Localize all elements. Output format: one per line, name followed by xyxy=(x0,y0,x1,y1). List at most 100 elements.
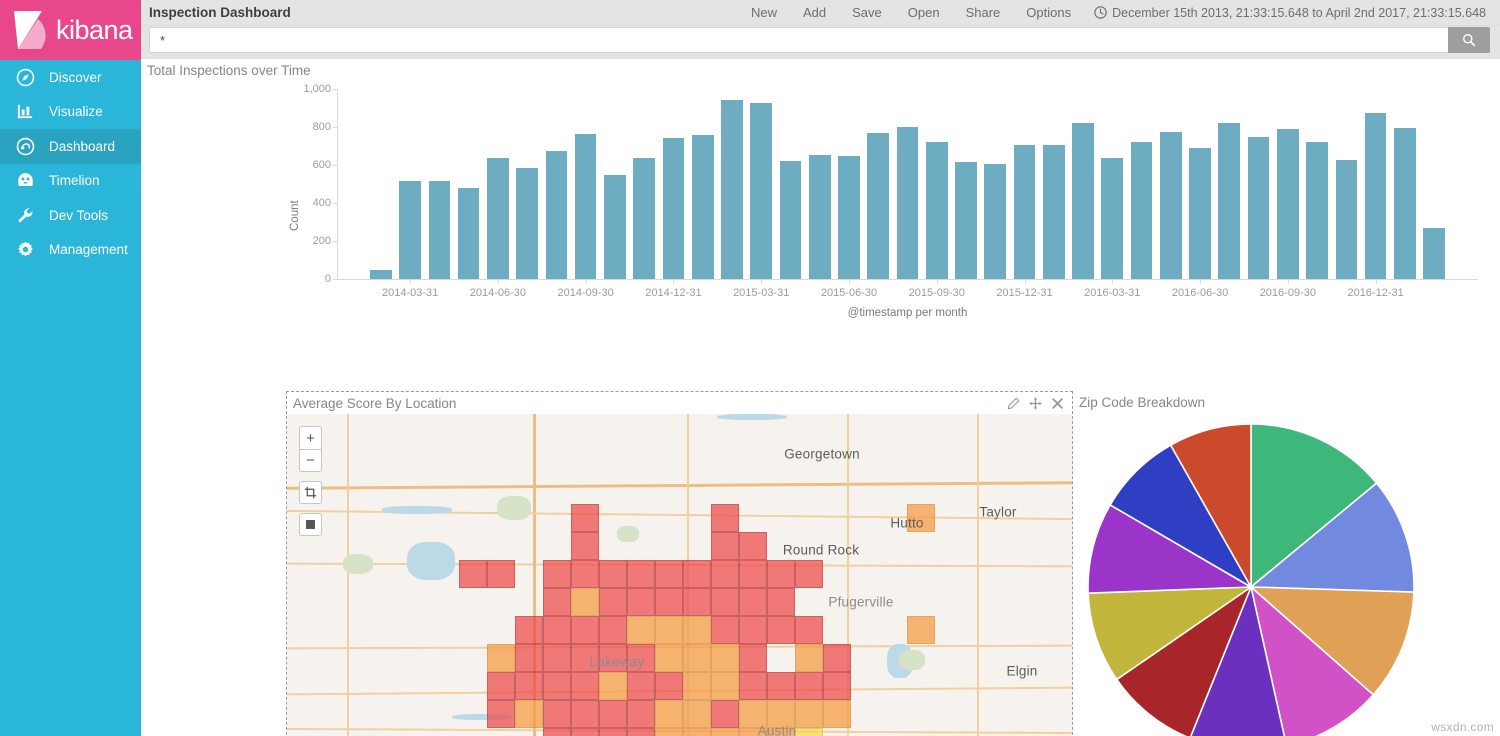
geohash-cell[interactable] xyxy=(571,532,599,560)
geohash-cell[interactable] xyxy=(543,588,571,616)
geohash-cell[interactable] xyxy=(599,672,627,700)
geohash-cell[interactable] xyxy=(795,700,823,728)
geohash-cell[interactable] xyxy=(515,644,543,672)
bar[interactable] xyxy=(896,127,919,279)
bar[interactable] xyxy=(1364,113,1387,279)
geohash-cell[interactable] xyxy=(543,560,571,588)
geohash-cell[interactable] xyxy=(627,672,655,700)
geohash-cell[interactable] xyxy=(683,728,711,736)
bar[interactable] xyxy=(1277,128,1299,279)
geohash-cell[interactable] xyxy=(487,700,515,728)
bar[interactable] xyxy=(604,174,626,279)
bar[interactable] xyxy=(1218,122,1241,279)
geohash-cell[interactable] xyxy=(711,532,739,560)
search-button[interactable] xyxy=(1448,27,1490,53)
geohash-cell[interactable] xyxy=(711,672,739,700)
nav-options[interactable]: Options xyxy=(1013,0,1084,26)
bar[interactable] xyxy=(1247,136,1270,279)
bar[interactable] xyxy=(1159,131,1182,279)
bar[interactable] xyxy=(808,155,831,279)
geohash-cell[interactable] xyxy=(739,588,767,616)
nav-save[interactable]: Save xyxy=(839,0,895,26)
geohash-cell[interactable] xyxy=(515,616,543,644)
sidebar-item-dashboard[interactable]: Dashboard xyxy=(0,129,141,164)
geohash-cell[interactable] xyxy=(627,588,655,616)
bar[interactable] xyxy=(750,103,773,279)
fit-bounds-button[interactable] xyxy=(299,513,322,536)
bar[interactable] xyxy=(633,157,655,279)
zoom-out-button[interactable]: − xyxy=(299,449,322,472)
geohash-cell[interactable] xyxy=(655,560,683,588)
geohash-cell[interactable] xyxy=(711,728,739,736)
geohash-cell[interactable] xyxy=(571,616,599,644)
geohash-cell[interactable] xyxy=(487,672,515,700)
nav-share[interactable]: Share xyxy=(953,0,1014,26)
bar[interactable] xyxy=(516,167,538,279)
pie-chart-svg[interactable] xyxy=(1081,417,1421,736)
bar[interactable] xyxy=(867,132,890,279)
geohash-cell[interactable] xyxy=(599,700,627,728)
geohash-cell[interactable] xyxy=(683,644,711,672)
bar[interactable] xyxy=(779,161,802,279)
geohash-cell[interactable] xyxy=(655,644,683,672)
bar[interactable] xyxy=(545,151,568,279)
geohash-cell[interactable] xyxy=(711,504,739,532)
bar[interactable] xyxy=(662,138,685,279)
edit-panel-icon[interactable] xyxy=(1007,397,1020,410)
geohash-cell[interactable] xyxy=(543,700,571,728)
sidebar-item-dev-tools[interactable]: Dev Tools xyxy=(0,198,141,233)
nav-new[interactable]: New xyxy=(738,0,790,26)
bar[interactable] xyxy=(721,100,743,279)
geohash-cell[interactable] xyxy=(683,588,711,616)
geohash-cell[interactable] xyxy=(627,616,655,644)
draw-filter-button[interactable] xyxy=(299,481,322,504)
bar[interactable] xyxy=(1042,145,1065,279)
bar[interactable] xyxy=(1130,141,1153,279)
geohash-cell[interactable] xyxy=(795,672,823,700)
close-panel-icon[interactable] xyxy=(1051,397,1064,410)
geohash-cell[interactable] xyxy=(767,672,795,700)
geohash-cell[interactable] xyxy=(823,672,851,700)
bar[interactable] xyxy=(399,181,421,279)
geohash-cell[interactable] xyxy=(515,672,543,700)
bar[interactable] xyxy=(1072,122,1094,279)
bar[interactable] xyxy=(1189,148,1211,279)
geohash-cell[interactable] xyxy=(599,560,627,588)
geohash-cell[interactable] xyxy=(655,672,683,700)
time-range-picker[interactable]: December 15th 2013, 21:33:15.648 to Apri… xyxy=(1084,6,1490,20)
geohash-cell[interactable] xyxy=(571,672,599,700)
geohash-cell[interactable] xyxy=(767,616,795,644)
geohash-cell[interactable] xyxy=(739,532,767,560)
geohash-cell[interactable] xyxy=(571,560,599,588)
geohash-cell[interactable] xyxy=(571,728,599,736)
geohash-cell[interactable] xyxy=(795,728,823,736)
geohash-cell[interactable] xyxy=(795,560,823,588)
bar[interactable] xyxy=(1423,227,1445,279)
geohash-cell[interactable] xyxy=(655,588,683,616)
sidebar-item-management[interactable]: Management xyxy=(0,233,141,268)
bar[interactable] xyxy=(1394,127,1416,279)
bar[interactable] xyxy=(574,134,597,279)
geohash-cell[interactable] xyxy=(711,616,739,644)
bar[interactable] xyxy=(984,164,1007,279)
bar[interactable] xyxy=(838,155,860,279)
geohash-cell[interactable] xyxy=(571,504,599,532)
geohash-cell[interactable] xyxy=(655,616,683,644)
nav-add[interactable]: Add xyxy=(790,0,839,26)
geohash-cell[interactable] xyxy=(459,560,487,588)
bar[interactable] xyxy=(955,161,977,279)
geohash-cell[interactable] xyxy=(739,672,767,700)
geohash-cell[interactable] xyxy=(739,560,767,588)
bar[interactable] xyxy=(691,134,714,279)
geohash-cell[interactable] xyxy=(655,728,683,736)
geohash-cell[interactable] xyxy=(627,728,655,736)
geohash-cell[interactable] xyxy=(683,672,711,700)
geohash-cell[interactable] xyxy=(655,700,683,728)
geohash-cell[interactable] xyxy=(543,728,571,736)
geohash-cell[interactable] xyxy=(543,644,571,672)
map-canvas[interactable]: Georgetown Taylor Hutto Round Rock Pfugervil… xyxy=(287,414,1072,736)
geohash-cell[interactable] xyxy=(683,616,711,644)
bar[interactable] xyxy=(1335,159,1358,279)
geohash-cell[interactable] xyxy=(711,588,739,616)
geohash-cell[interactable] xyxy=(599,616,627,644)
